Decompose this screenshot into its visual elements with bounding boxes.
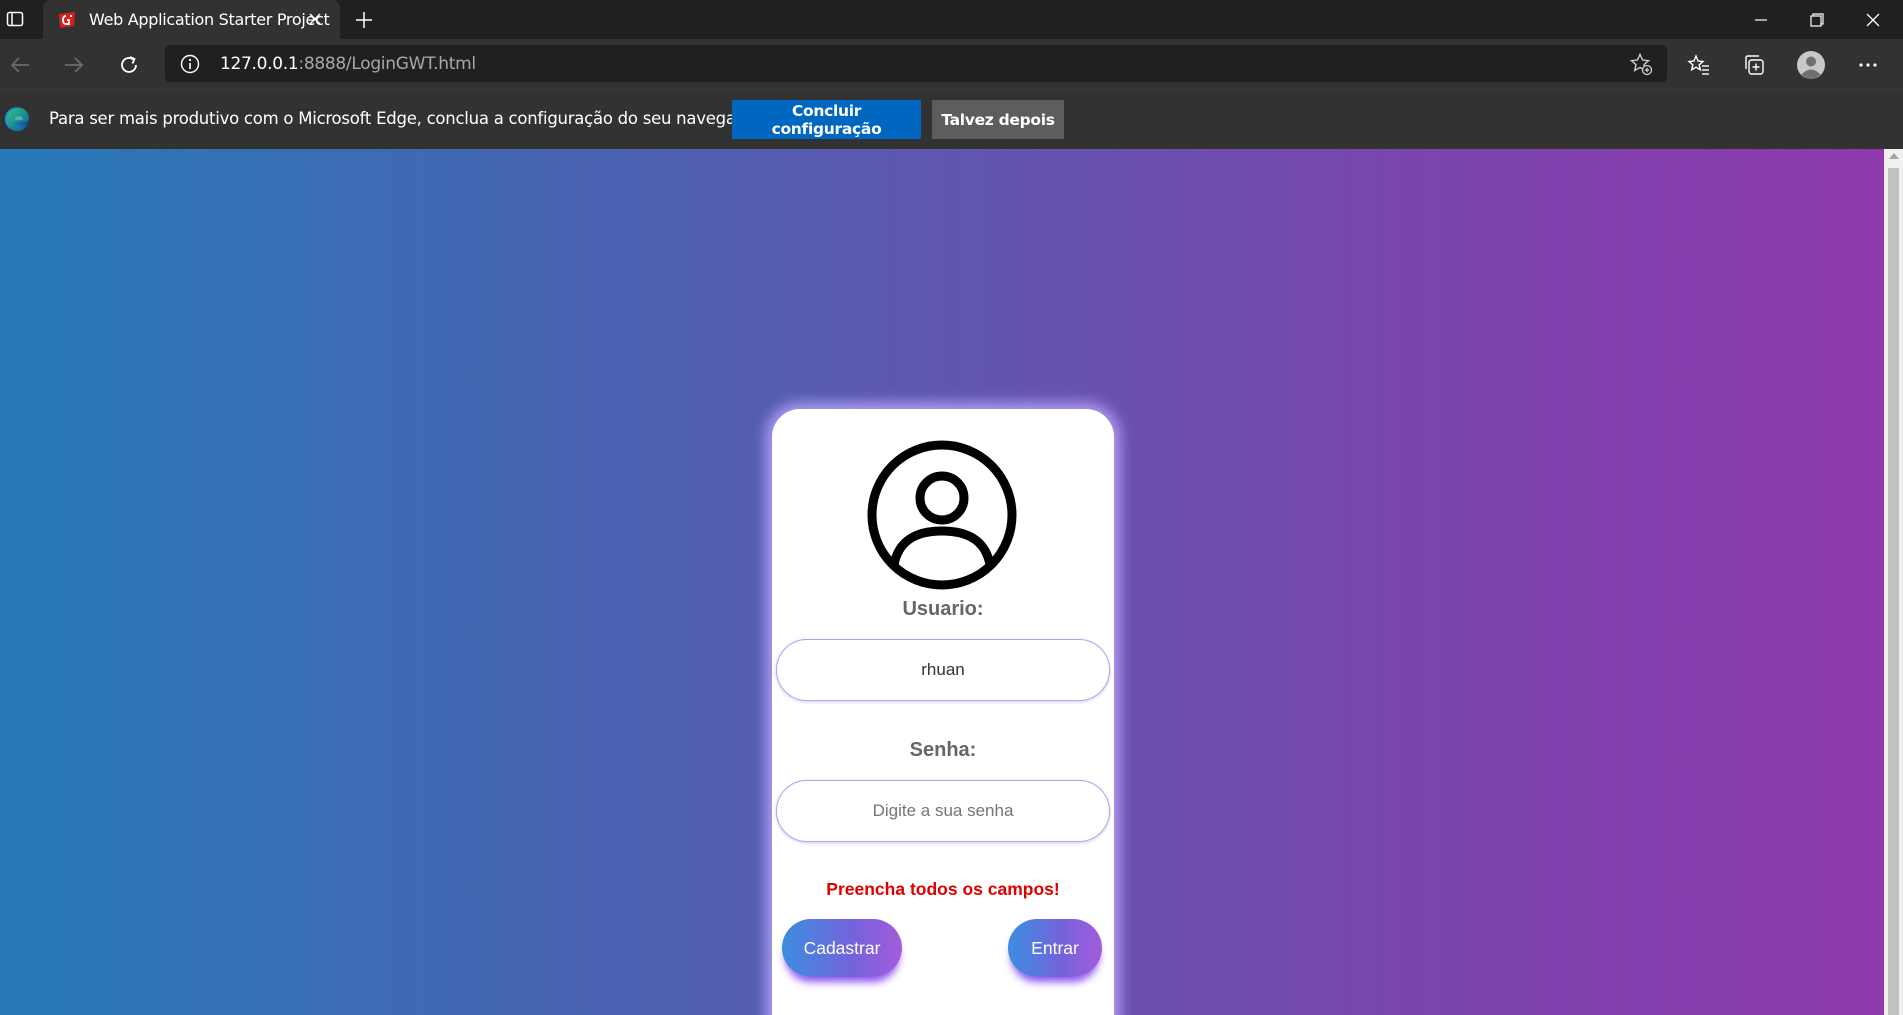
back-icon[interactable]: [5, 50, 35, 80]
info-icon[interactable]: [180, 54, 200, 74]
scroll-up-arrow-icon[interactable]: [1889, 153, 1899, 159]
browser-toolbar: 127.0.0.1:8888/LoginGWT.html: [0, 39, 1903, 89]
more-icon[interactable]: [1852, 49, 1884, 81]
collections-icon[interactable]: [1738, 49, 1770, 81]
forward-icon[interactable]: [59, 50, 89, 80]
infobar-message: Para ser mais produtivo com o Microsoft …: [49, 109, 766, 128]
user-avatar-icon: [866, 439, 1018, 591]
url-text[interactable]: 127.0.0.1:8888/LoginGWT.html: [220, 54, 476, 74]
page-viewport: Usuario: Senha: Preencha todos os campos…: [0, 149, 1884, 1015]
add-favorite-icon[interactable]: [1629, 52, 1653, 76]
profile-icon[interactable]: [1795, 49, 1827, 81]
login-card: Usuario: Senha: Preencha todos os campos…: [772, 409, 1114, 1015]
tab-actions-icon[interactable]: [4, 8, 26, 30]
finish-setup-button[interactable]: Concluir configuração: [732, 100, 921, 139]
address-bar[interactable]: 127.0.0.1:8888/LoginGWT.html: [165, 45, 1667, 82]
setup-infobar: Para ser mais produtivo com o Microsoft …: [0, 89, 1903, 149]
password-label: Senha:: [909, 739, 977, 761]
gwt-favicon: [57, 11, 77, 29]
scroll-thumb[interactable]: [1888, 168, 1899, 1015]
username-label: Usuario:: [902, 598, 984, 620]
username-input[interactable]: [776, 639, 1110, 701]
error-message: Preencha todos os campos!: [826, 879, 1060, 899]
favorites-icon[interactable]: [1683, 49, 1715, 81]
browser-tab[interactable]: Web Application Starter Project: [43, 0, 340, 39]
vertical-scrollbar[interactable]: [1884, 149, 1903, 1015]
enter-button[interactable]: Entrar: [1008, 919, 1102, 977]
plus-icon[interactable]: [352, 8, 376, 32]
restore-icon[interactable]: [1789, 0, 1845, 39]
edge-logo-icon: [4, 106, 30, 132]
password-input[interactable]: [776, 780, 1110, 842]
refresh-icon[interactable]: [114, 50, 144, 80]
close-window-icon[interactable]: [1845, 0, 1901, 39]
minimize-icon[interactable]: [1733, 0, 1789, 39]
close-icon[interactable]: [306, 10, 324, 28]
register-button[interactable]: Cadastrar: [782, 919, 902, 977]
maybe-later-button[interactable]: Talvez depois: [932, 100, 1064, 139]
browser-title-bar: Web Application Starter Project: [0, 0, 1903, 39]
tab-title: Web Application Starter Project: [89, 10, 330, 29]
